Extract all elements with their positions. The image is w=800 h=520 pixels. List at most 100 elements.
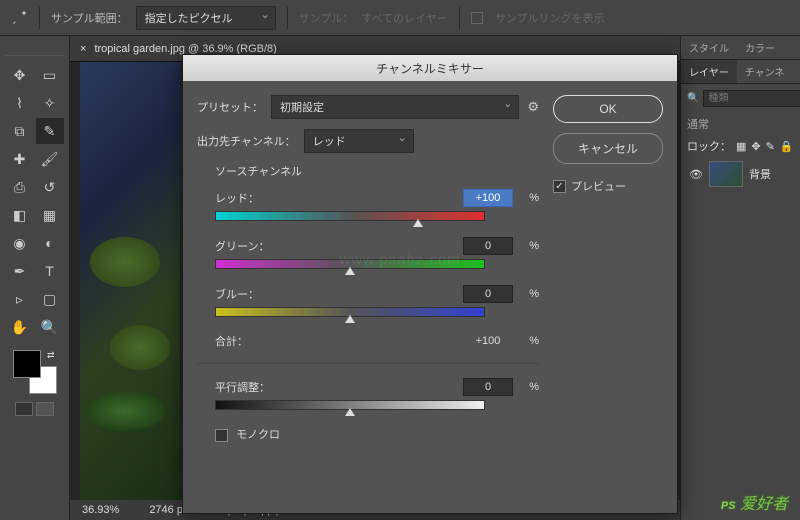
constant-slider-track[interactable] (215, 400, 485, 412)
dialog-title: チャンネルミキサー (183, 55, 677, 81)
red-slider-thumb[interactable] (413, 219, 423, 227)
source-channel-title: ソースチャンネル (215, 163, 539, 179)
lock-all-icon[interactable]: 🔒 (780, 140, 794, 153)
stamp-tool[interactable]: ⎙ (6, 174, 34, 200)
tool-header (5, 44, 65, 56)
percent-label: % (519, 192, 539, 204)
preview-label: プレビュー (571, 178, 626, 194)
percent-label: % (519, 335, 539, 347)
screenmode-icon[interactable] (36, 402, 54, 416)
green-slider-track[interactable] (215, 259, 485, 271)
constant-slider-thumb[interactable] (345, 408, 355, 416)
monochrome-label: モノクロ (236, 429, 280, 441)
blue-slider-thumb[interactable] (345, 315, 355, 323)
shape-tool[interactable]: ▢ (36, 286, 64, 312)
blue-slider-track[interactable] (215, 307, 485, 319)
dodge-tool[interactable]: ◐ (36, 230, 64, 256)
swap-colors-icon[interactable]: ⇄ (47, 350, 55, 361)
ring-label: サンプルリングを表示 (495, 10, 605, 26)
blend-mode[interactable]: 通常 (687, 113, 794, 135)
output-channel-select[interactable]: レッド (304, 129, 414, 153)
layer-thumbnail[interactable] (709, 161, 743, 187)
marquee-tool[interactable]: ▭ (36, 62, 64, 88)
zoom-tool[interactable]: 🔍 (36, 314, 64, 340)
cancel-button[interactable]: キャンセル (553, 133, 663, 164)
sample-range-select[interactable]: 指定したピクセル (136, 6, 276, 30)
heal-tool[interactable]: ✚ (6, 146, 34, 172)
percent-label: % (519, 288, 539, 300)
preview-checkbox[interactable] (553, 180, 566, 193)
red-slider-track[interactable] (215, 211, 485, 223)
hand-tool[interactable]: ✋ (6, 314, 34, 340)
lasso-tool[interactable]: ⌇ (6, 90, 34, 116)
gradient-tool[interactable]: ▦ (36, 202, 64, 228)
separator (39, 7, 40, 29)
lock-brush-icon[interactable]: ✎ (766, 140, 775, 153)
search-icon[interactable]: 🔍 (687, 93, 699, 104)
sample-label: サンプル： (299, 10, 354, 26)
blue-value-input[interactable] (463, 285, 513, 303)
lock-position-icon[interactable]: ✥ (751, 140, 760, 153)
layer-row-bg[interactable]: 👁 背景 (687, 157, 794, 191)
wand-tool[interactable]: ✧ (36, 90, 64, 116)
ring-checkbox[interactable] (471, 12, 483, 24)
zoom-level[interactable]: 36.93% (82, 504, 119, 516)
preset-value: 初期設定 (280, 102, 324, 114)
green-slider-label: グリーン： (215, 238, 295, 254)
constant-value-input[interactable] (463, 378, 513, 396)
red-value-input[interactable] (463, 189, 513, 207)
pen-tool[interactable]: ✒ (6, 258, 34, 284)
move-tool[interactable]: ✥ (6, 62, 34, 88)
path-tool[interactable]: ▹ (6, 286, 34, 312)
lock-row: ロック： ▦ ✥ ✎ 🔒 (687, 135, 794, 157)
green-slider-thumb[interactable] (345, 267, 355, 275)
eyedropper-icon (10, 9, 28, 27)
quickmask-icon[interactable] (15, 402, 33, 416)
sample-value: すべてのレイヤー (361, 10, 447, 26)
output-channel-value: レッド (313, 136, 346, 148)
constant-slider-label: 平行調整： (215, 379, 295, 395)
percent-label: % (519, 381, 539, 393)
crop-tool[interactable]: ⧉ (6, 118, 34, 144)
eyedropper-tool[interactable]: ✎ (36, 118, 64, 144)
preset-label: プリセット： (197, 99, 263, 115)
separator (459, 7, 460, 29)
channel-mixer-dialog: チャンネルミキサー プリセット： 初期設定 ⚙ 出力先チャンネル： レッド ソー… (182, 54, 678, 514)
eraser-tool[interactable]: ◧ (6, 202, 34, 228)
preset-select[interactable]: 初期設定 (271, 95, 519, 119)
tab-color[interactable]: カラー (737, 36, 783, 59)
red-slider-label: レッド： (215, 190, 295, 206)
gear-icon[interactable]: ⚙ (527, 99, 539, 115)
ok-button[interactable]: OK (553, 95, 663, 123)
total-label: 合計： (215, 333, 295, 349)
tab-layers[interactable]: レイヤー (681, 60, 737, 83)
output-channel-label: 出力先チャンネル： (197, 133, 296, 149)
type-tool[interactable]: T (36, 258, 64, 284)
layer-filter-input[interactable] (703, 90, 800, 107)
percent-label: % (519, 240, 539, 252)
layer-name[interactable]: 背景 (749, 166, 771, 182)
tool-panel: ✥ ▭ ⌇ ✧ ⧉ ✎ ✚ 🖌 ⎙ ↺ ◧ ▦ ◉ ◐ ✒ T ▹ ▢ ✋ 🔍 … (0, 36, 70, 520)
blur-tool[interactable]: ◉ (6, 230, 34, 256)
visibility-icon[interactable]: 👁 (689, 168, 703, 181)
brush-tool[interactable]: 🖌 (36, 146, 64, 172)
canvas[interactable] (80, 62, 180, 500)
lock-label: ロック： (687, 138, 731, 154)
document-title: tropical garden.jpg @ 36.9% (RGB/8) (94, 43, 276, 55)
sample-range-value: 指定したピクセル (145, 13, 233, 25)
close-tab-icon[interactable]: × (80, 43, 86, 55)
history-brush-tool[interactable]: ↺ (36, 174, 64, 200)
separator (287, 7, 288, 29)
monochrome-checkbox[interactable] (215, 429, 228, 442)
color-swatches[interactable]: ⇄ (13, 350, 57, 394)
tab-style[interactable]: スタイル (681, 36, 737, 59)
blue-slider-label: ブルー： (215, 286, 295, 302)
total-value: +100 (463, 335, 513, 347)
right-panels: スタイル カラー レイヤー チャンネ 🔍 通常 ロック： ▦ ✥ ✎ 🔒 👁 (680, 36, 800, 520)
divider (197, 363, 539, 364)
sample-range-label: サンプル範囲： (51, 10, 128, 26)
lock-pixels-icon[interactable]: ▦ (736, 140, 746, 153)
fg-color-swatch[interactable] (13, 350, 41, 378)
green-value-input[interactable] (463, 237, 513, 255)
tab-channels[interactable]: チャンネ (737, 60, 793, 83)
